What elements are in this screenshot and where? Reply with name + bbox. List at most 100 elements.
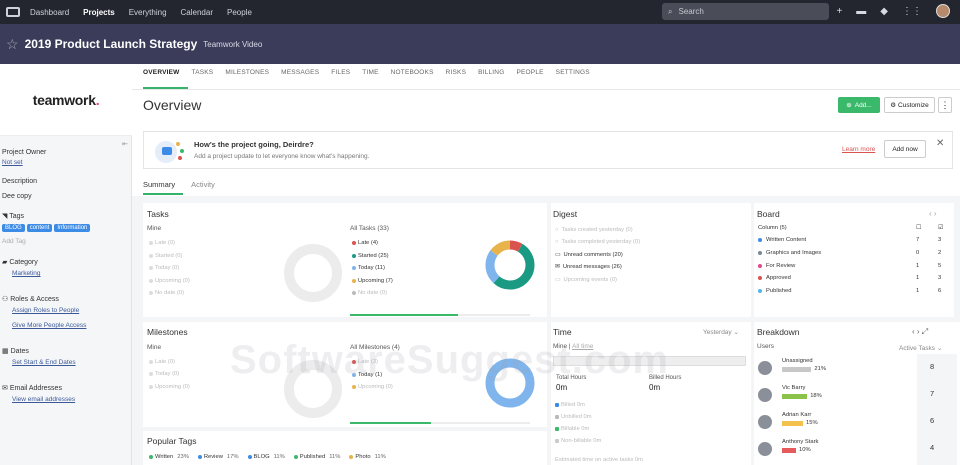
nav-people[interactable]: People	[227, 8, 252, 17]
assign-roles-link[interactable]: Assign Roles to People	[12, 307, 79, 314]
board-count-right: 3	[938, 237, 942, 243]
mine-task-item[interactable]: Upcoming (0)	[149, 278, 190, 284]
breakdown-user-row[interactable]: Adrian Karr 15% 6	[758, 410, 956, 434]
all-task-item[interactable]: Started (25)	[352, 253, 389, 259]
all-milestone-item[interactable]: Today (1)	[352, 372, 382, 378]
breakdown-nav[interactable]: ‹ › ⤢	[912, 327, 928, 337]
add-now-button[interactable]: Add now	[884, 140, 926, 158]
breakdown-user-row[interactable]: Unassigned 21% 8	[758, 356, 956, 380]
popular-tag-item[interactable]: Written 23%	[149, 454, 189, 460]
give-access-link[interactable]: Give More People Access	[12, 322, 86, 329]
tab-time[interactable]: TIME	[362, 69, 378, 76]
time-period-select[interactable]: Yesterday ⌄	[703, 328, 739, 336]
active-tasks-select[interactable]: Active Tasks ⌄	[899, 344, 942, 352]
tab-billing[interactable]: BILLING	[478, 69, 504, 76]
time-alltime-tab[interactable]: All time	[572, 343, 593, 350]
mine-task-item[interactable]: No date (0)	[149, 290, 184, 296]
apps-grid-icon[interactable]: ⋮⋮	[902, 6, 922, 17]
mine-task-item[interactable]: Today (0)	[149, 265, 179, 271]
time-mine-tab[interactable]: Mine	[553, 343, 567, 350]
board-prev-next[interactable]: ‹ ›	[929, 209, 937, 218]
popular-tag-label: Published	[299, 454, 326, 460]
tab-settings[interactable]: SETTINGS	[556, 69, 590, 76]
tab-notebooks[interactable]: NOTEBOOKS	[391, 69, 434, 76]
mine-task-item[interactable]: Started (0)	[149, 253, 182, 259]
status-dot	[352, 253, 356, 258]
all-milestone-item[interactable]: Upcoming (0)	[352, 384, 393, 390]
board-row[interactable]: Approved 1 3	[758, 275, 946, 281]
board-row[interactable]: Graphics and Images 0 2	[758, 250, 946, 256]
nav-dashboard[interactable]: Dashboard	[30, 8, 69, 17]
tag-badge[interactable]: Information	[54, 224, 91, 232]
message-icon: ✉	[555, 264, 560, 270]
plus-icon[interactable]: +	[836, 6, 842, 17]
digest-item[interactable]: ○ Tasks created yesterday (0)	[555, 227, 633, 233]
tab-milestones[interactable]: MILESTONES	[225, 69, 269, 76]
nav-calendar[interactable]: Calendar	[181, 8, 213, 17]
all-milestone-item[interactable]: Late (3)	[352, 359, 378, 365]
popular-tag-item[interactable]: Published 11%	[293, 454, 340, 460]
popular-tag-item[interactable]: Photo 11%	[349, 454, 386, 460]
user-avatar[interactable]	[936, 4, 950, 18]
more-options-button[interactable]: ⋮	[938, 97, 952, 113]
search-input[interactable]	[678, 7, 819, 16]
star-icon[interactable]: ☆	[6, 36, 19, 53]
tab-summary[interactable]: Summary	[143, 180, 175, 189]
tab-tasks[interactable]: TASKS	[192, 69, 214, 76]
tab-people[interactable]: PEOPLE	[516, 69, 543, 76]
board-row[interactable]: Written Content 7 3	[758, 237, 946, 243]
breakdown-user-row[interactable]: Vic Barry 18% 7	[758, 383, 956, 407]
popular-tag-item[interactable]: BLOG 11%	[247, 454, 285, 460]
tab-messages[interactable]: MESSAGES	[281, 69, 319, 76]
tab-files[interactable]: FILES	[331, 69, 350, 76]
board-row[interactable]: For Review 1 5	[758, 263, 946, 269]
tab-risks[interactable]: RISKS	[446, 69, 467, 76]
nav-everything[interactable]: Everything	[129, 8, 167, 17]
user-bar	[782, 367, 812, 372]
all-task-item[interactable]: Upcoming (7)	[352, 278, 393, 284]
all-task-item[interactable]: Today (11)	[352, 265, 385, 271]
folder-icon[interactable]: ▬	[856, 6, 866, 17]
close-icon[interactable]: ✕	[936, 138, 944, 149]
popular-tag-item[interactable]: Review 17%	[197, 454, 239, 460]
board-row[interactable]: Published 1 6	[758, 288, 946, 294]
set-dates-link[interactable]: Set Start & End Dates	[12, 359, 76, 366]
digest-item[interactable]: ○ Tasks completed yesterday (0)	[555, 239, 640, 245]
category-link[interactable]: Marketing	[12, 270, 41, 277]
collapse-icon[interactable]: ⇤	[122, 140, 128, 148]
status-dot	[352, 278, 356, 283]
mine-task-item[interactable]: Late (0)	[149, 240, 175, 246]
board-count-right: 2	[938, 249, 942, 256]
tag-badge[interactable]: content	[26, 224, 53, 232]
add-button-label: Add...	[854, 101, 872, 109]
nav-projects[interactable]: Projects	[83, 8, 115, 17]
mine-milestone-item[interactable]: Today (0)	[149, 371, 179, 377]
all-task-label: Late (4)	[358, 240, 378, 246]
customize-button[interactable]: ⚙ Customize	[884, 97, 935, 113]
bell-icon[interactable]: ◆	[880, 6, 888, 17]
add-tag-link[interactable]: Add Tag	[2, 238, 26, 245]
app-logo-icon[interactable]	[6, 7, 20, 17]
learn-more-link[interactable]: Learn more	[842, 146, 875, 153]
billed-hours-label: Billed Hours	[649, 375, 682, 381]
digest-item[interactable]: ▭ Unread comments (20)	[555, 252, 623, 258]
project-owner-link[interactable]: Not set	[2, 159, 23, 166]
all-task-item[interactable]: No date (0)	[352, 290, 387, 296]
view-email-link[interactable]: View email addresses	[12, 396, 75, 403]
digest-item[interactable]: ▭ Upcoming events (0)	[555, 277, 617, 283]
column-color-dot	[758, 263, 762, 268]
digest-item[interactable]: ✉ Unread messages (26)	[555, 264, 622, 270]
mine-milestone-item[interactable]: Upcoming (0)	[149, 384, 190, 390]
description-value: Dee copy	[2, 193, 32, 200]
mine-milestone-item[interactable]: Late (0)	[149, 359, 175, 365]
search-box[interactable]: ⌕	[662, 3, 829, 20]
time-item: Billed 0m	[555, 402, 585, 408]
breakdown-user-row[interactable]: Anthony Stark 10% 4	[758, 437, 956, 461]
all-task-item[interactable]: Late (4)	[352, 240, 378, 246]
status-dot	[352, 360, 356, 364]
tab-overview[interactable]: OVERVIEW	[143, 69, 180, 76]
add-button[interactable]: ⊕ Add...	[838, 97, 880, 113]
all-milestones-donut-chart	[485, 358, 535, 408]
tag-badge[interactable]: BLOG	[2, 224, 25, 232]
tab-activity[interactable]: Activity	[191, 180, 215, 189]
